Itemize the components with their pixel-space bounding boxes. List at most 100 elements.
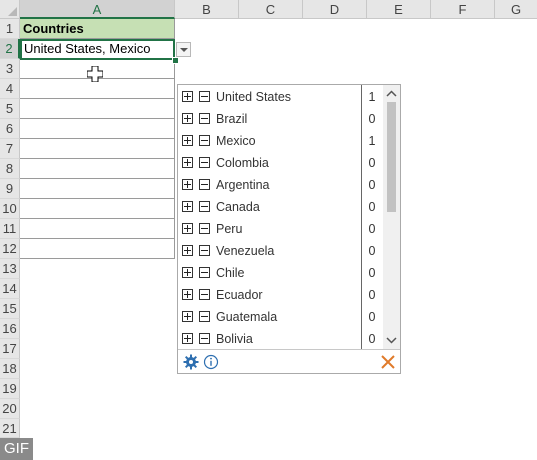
column-header-d[interactable]: D — [303, 0, 367, 19]
item-label: Guatemala — [216, 310, 278, 324]
add-icon[interactable] — [182, 289, 193, 300]
popup-footer — [178, 349, 400, 374]
cell-a2[interactable]: United States, Mexico — [20, 39, 175, 60]
row-header-18[interactable]: 18 — [0, 359, 20, 379]
list-item[interactable]: Ecuador — [182, 284, 362, 306]
remove-icon[interactable] — [199, 245, 210, 256]
fill-handle[interactable] — [172, 57, 179, 64]
list-item[interactable]: Peru — [182, 218, 362, 240]
row-header-16[interactable]: 16 — [0, 319, 20, 339]
row-header-5[interactable]: 5 — [0, 99, 20, 119]
remove-icon[interactable] — [199, 311, 210, 322]
row-header-19[interactable]: 19 — [0, 379, 20, 399]
add-icon[interactable] — [182, 157, 193, 168]
row-header-8[interactable]: 8 — [0, 159, 20, 179]
item-count: 0 — [368, 332, 376, 346]
scroll-down-icon[interactable] — [383, 332, 400, 348]
scroll-thumb[interactable] — [387, 102, 396, 212]
close-icon[interactable] — [380, 354, 396, 370]
cell-a4[interactable] — [20, 79, 175, 99]
list-item[interactable]: Argentina — [182, 174, 362, 196]
add-icon[interactable] — [182, 311, 193, 322]
remove-icon[interactable] — [199, 113, 210, 124]
cell-a9[interactable] — [20, 179, 175, 199]
column-header-a[interactable]: A — [20, 0, 175, 19]
row-header-15[interactable]: 15 — [0, 299, 20, 319]
remove-icon[interactable] — [199, 91, 210, 102]
column-header-c[interactable]: C — [239, 0, 303, 19]
remove-icon[interactable] — [199, 267, 210, 278]
cell-a1[interactable]: Countries — [20, 19, 175, 39]
column-header-f[interactable]: F — [431, 0, 495, 19]
add-icon[interactable] — [182, 245, 193, 256]
select-all-corner[interactable] — [0, 0, 20, 19]
remove-icon[interactable] — [199, 333, 210, 344]
row-header-6[interactable]: 6 — [0, 119, 20, 139]
add-icon[interactable] — [182, 267, 193, 278]
row-header-11[interactable]: 11 — [0, 219, 20, 239]
row-header-2[interactable]: 2 — [0, 39, 20, 59]
list-item[interactable]: Bolivia — [182, 328, 362, 350]
list-item[interactable]: Venezuela — [182, 240, 362, 262]
row-header-4[interactable]: 4 — [0, 79, 20, 99]
item-label: Canada — [216, 200, 260, 214]
item-count: 1 — [368, 134, 376, 148]
item-count: 0 — [368, 112, 376, 126]
list-item[interactable]: Canada — [182, 196, 362, 218]
list-item[interactable]: Chile — [182, 262, 362, 284]
multi-select-dropdown: United States Brazil Mexico Colombia Arg — [177, 84, 401, 374]
row-header-12[interactable]: 12 — [0, 239, 20, 259]
column-header-g[interactable]: G — [495, 0, 537, 19]
gif-badge: GIF — [0, 438, 33, 460]
add-icon[interactable] — [182, 333, 193, 344]
add-icon[interactable] — [182, 223, 193, 234]
remove-icon[interactable] — [199, 289, 210, 300]
info-icon[interactable] — [203, 354, 219, 370]
cell-a12[interactable] — [20, 239, 175, 259]
scroll-up-icon[interactable] — [383, 86, 400, 102]
item-count: 1 — [368, 90, 376, 104]
item-label: Peru — [216, 222, 243, 236]
list-item[interactable]: Mexico — [182, 130, 362, 152]
remove-icon[interactable] — [199, 135, 210, 146]
row-header-3[interactable]: 3 — [0, 59, 20, 79]
dropdown-arrow-button[interactable] — [176, 42, 191, 57]
add-icon[interactable] — [182, 179, 193, 190]
list-item[interactable]: Guatemala — [182, 306, 362, 328]
row-header-7[interactable]: 7 — [0, 139, 20, 159]
row-header-14[interactable]: 14 — [0, 279, 20, 299]
row-header-1[interactable]: 1 — [0, 19, 20, 39]
remove-icon[interactable] — [199, 157, 210, 168]
cell-a8[interactable] — [20, 159, 175, 179]
country-list: United States Brazil Mexico Colombia Arg — [178, 85, 361, 349]
remove-icon[interactable] — [199, 201, 210, 212]
remove-icon[interactable] — [199, 223, 210, 234]
list-item[interactable]: Colombia — [182, 152, 362, 174]
item-label: Brazil — [216, 112, 248, 126]
cell-a11[interactable] — [20, 219, 175, 239]
row-header-10[interactable]: 10 — [0, 199, 20, 219]
cell-a10[interactable] — [20, 199, 175, 219]
column-header-b[interactable]: B — [175, 0, 239, 19]
gear-icon[interactable] — [183, 354, 199, 370]
add-icon[interactable] — [182, 91, 193, 102]
row-header-17[interactable]: 17 — [0, 339, 20, 359]
remove-icon[interactable] — [199, 179, 210, 190]
list-item[interactable]: United States — [182, 86, 362, 108]
cell-a6[interactable] — [20, 119, 175, 139]
add-icon[interactable] — [182, 201, 193, 212]
item-count: 0 — [368, 288, 376, 302]
vertical-scrollbar[interactable] — [383, 85, 400, 349]
cell-a7[interactable] — [20, 139, 175, 159]
item-count: 0 — [368, 200, 376, 214]
add-icon[interactable] — [182, 135, 193, 146]
row-header-9[interactable]: 9 — [0, 179, 20, 199]
item-label: Venezuela — [216, 244, 275, 258]
list-item[interactable]: Brazil — [182, 108, 362, 130]
add-icon[interactable] — [182, 113, 193, 124]
cell-a5[interactable] — [20, 99, 175, 119]
row-header-21[interactable]: 21 — [0, 419, 20, 438]
row-header-20[interactable]: 20 — [0, 399, 20, 419]
row-header-13[interactable]: 13 — [0, 259, 20, 279]
column-header-e[interactable]: E — [367, 0, 431, 19]
